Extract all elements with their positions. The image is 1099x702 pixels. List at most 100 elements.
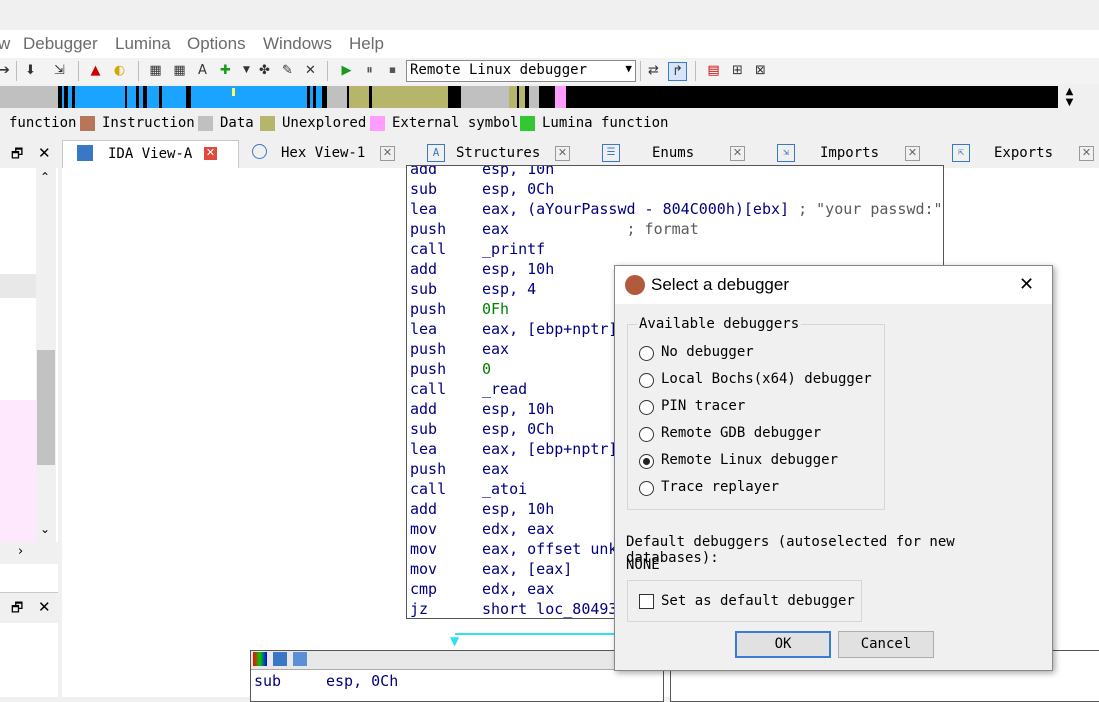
asm-operand-line: eax, offset unk: [482, 539, 617, 559]
asm-operand-line: eax ; format: [482, 219, 699, 239]
close-tab-icon[interactable]: ✕: [1079, 146, 1094, 161]
horizontal-scrollbar[interactable]: ›: [0, 542, 58, 564]
close-tab-icon[interactable]: ✕: [380, 146, 395, 161]
close-icon[interactable]: ✕: [1019, 274, 1034, 295]
tab-structures[interactable]: A Structures ✕: [415, 140, 587, 167]
asm-line: mov eax, offset unk: [410, 539, 617, 559]
debugger-radio-label[interactable]: Remote Linux debugger: [661, 452, 838, 468]
tab-hex-view[interactable]: Hex View-1 ✕: [240, 140, 412, 167]
debugger-select[interactable]: Remote Linux debugger ▼: [406, 60, 636, 82]
asm-operand-line: _printf: [482, 239, 545, 259]
debugger-radio-label[interactable]: Local Bochs(x64) debugger: [661, 371, 872, 387]
step-over-icon[interactable]: ↱: [668, 62, 687, 81]
step-into-icon[interactable]: ⇄: [645, 62, 662, 79]
close-tab-icon[interactable]: ✕: [204, 147, 217, 160]
close-tab-icon[interactable]: ✕: [730, 146, 745, 161]
down-arrow-icon[interactable]: ⬇: [22, 62, 39, 79]
disasm-block-lower[interactable]: sub esp, 0Ch: [250, 650, 664, 702]
jump-icon[interactable]: ⇲: [51, 62, 68, 79]
breakpoint-list-icon[interactable]: ▤: [705, 62, 722, 79]
scrollbar-thumb[interactable]: [37, 350, 55, 465]
default-debuggers-label: Default debuggers (autoselected for new …: [626, 534, 955, 566]
asm-operand: esp, 4: [482, 280, 537, 298]
data-code-icon[interactable]: ▦: [147, 62, 164, 79]
asm-operand-line: eax, [eax]: [482, 559, 572, 579]
asm-mnemonic: sub: [410, 280, 438, 298]
close-tab-icon[interactable]: ✕: [555, 146, 570, 161]
asm-operand-line: esp, 10h: [482, 399, 554, 419]
restore-window-icon[interactable]: 🗗: [11, 599, 23, 621]
ida-logo-icon: [625, 275, 645, 295]
add-breakpoint-icon[interactable]: ⊞: [729, 62, 746, 79]
restore-window-icon[interactable]: 🗗: [11, 145, 23, 167]
asm-line: add esp, 10h: [410, 259, 554, 279]
debugger-radio-label[interactable]: Trace replayer: [661, 479, 779, 495]
edit-block-icon[interactable]: [273, 652, 287, 666]
tab-enums[interactable]: ☰ Enums ✕: [590, 140, 762, 167]
stop-icon[interactable]: ⏹: [384, 62, 401, 79]
asm-line: sub esp, 0Ch: [254, 671, 398, 691]
warning-icon[interactable]: ▲: [87, 62, 104, 79]
menu-windows[interactable]: Windows: [263, 34, 332, 54]
asm-mnemonic: cmp: [410, 580, 438, 598]
color-icon[interactable]: [253, 652, 267, 666]
close-icon[interactable]: ✕: [38, 598, 51, 616]
ascii-icon[interactable]: A: [194, 62, 211, 79]
debugger-radio[interactable]: [639, 373, 654, 388]
scrollbar[interactable]: ⌃ ⌄: [36, 168, 56, 542]
cancel-button[interactable]: Cancel: [838, 631, 934, 658]
group-icon[interactable]: [293, 652, 307, 666]
tab-label: IDA View-A: [108, 146, 193, 162]
menu-view[interactable]: w: [0, 34, 10, 54]
nav-cursor: [232, 88, 235, 96]
asm-operand-line: esp, 10h: [482, 259, 554, 279]
menu-options[interactable]: Options: [187, 34, 246, 54]
close-icon[interactable]: ✕: [38, 144, 51, 162]
delete-breakpoint-icon[interactable]: ⊠: [752, 62, 769, 79]
debugger-radio-label[interactable]: No debugger: [661, 344, 754, 360]
set-default-checkbox[interactable]: [639, 594, 654, 609]
tab-ida-view-a[interactable]: IDA View-A ✕: [62, 140, 239, 168]
forward-arrow-icon[interactable]: ➔: [0, 62, 13, 79]
debugger-radio-label[interactable]: Remote GDB debugger: [661, 425, 821, 441]
menu-debugger[interactable]: Debugger: [23, 34, 98, 54]
lumina-icon[interactable]: ◐: [111, 62, 128, 79]
debugger-radio[interactable]: [639, 346, 654, 361]
data-icon[interactable]: ▦: [171, 62, 188, 79]
scroll-up-icon[interactable]: ⌃: [40, 170, 50, 184]
anchor-icon[interactable]: ✤: [256, 62, 273, 79]
pause-icon[interactable]: ⏸: [361, 62, 378, 79]
scroll-right-icon[interactable]: ›: [18, 544, 23, 559]
nav-scroll-arrows[interactable]: ▲ ▼: [1063, 86, 1076, 108]
selected-row[interactable]: [0, 274, 36, 298]
asm-operand: esp, 10h: [482, 500, 555, 518]
start-debugger-icon[interactable]: ▶: [338, 62, 355, 79]
asm-line: push eax: [410, 339, 509, 359]
asm-mnemonic: sub: [410, 420, 438, 438]
debugger-radio[interactable]: [639, 400, 654, 415]
legend-swatch-instruction: [80, 116, 95, 131]
tab-exports[interactable]: ⇱ Exports ✕: [940, 140, 1099, 167]
debugger-radio[interactable]: [639, 454, 654, 469]
navigation-band[interactable]: [0, 86, 1058, 108]
asm-mnemonic: push: [410, 460, 447, 478]
dialog-titlebar[interactable]: Select a debugger ✕: [615, 266, 1052, 304]
asm-line: call _atoi: [410, 479, 527, 499]
debugger-radio[interactable]: [639, 427, 654, 442]
add-struct-icon[interactable]: ✚: [217, 62, 234, 79]
asm-line: add esp, 10h: [410, 399, 554, 419]
dropdown-arrow-icon[interactable]: ▼: [238, 62, 255, 79]
debugger-radio[interactable]: [639, 481, 654, 496]
tab-imports[interactable]: ⇲ Imports ✕: [765, 140, 937, 167]
menu-lumina[interactable]: Lumina: [115, 34, 171, 54]
asm-line: push eax: [410, 459, 509, 479]
close-tab-icon[interactable]: ✕: [905, 146, 920, 161]
menu-help[interactable]: Help: [349, 34, 384, 54]
edit-icon[interactable]: ✎: [279, 62, 296, 79]
debugger-radio-label[interactable]: PIN tracer: [661, 398, 745, 414]
asm-line: push eax ; format: [410, 219, 699, 239]
scroll-down-icon[interactable]: ⌄: [40, 522, 50, 536]
undefine-icon[interactable]: ✕: [302, 62, 319, 79]
ok-button[interactable]: OK: [735, 631, 831, 658]
asm-operand: short loc_80493: [482, 600, 618, 618]
